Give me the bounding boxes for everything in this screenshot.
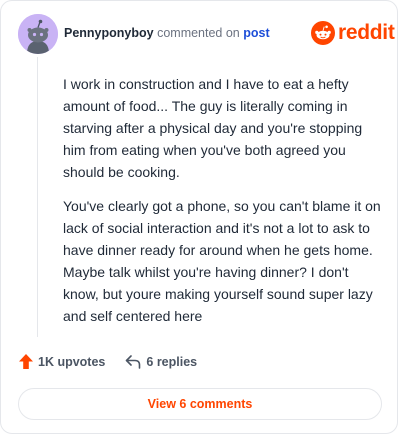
comment-card: Pennyponyboy commented on post reddit I … xyxy=(0,0,398,434)
replies-button[interactable]: 6 replies xyxy=(125,355,197,369)
reddit-logo-icon xyxy=(311,21,335,45)
upvote-arrow-icon xyxy=(19,354,33,369)
post-link[interactable]: post xyxy=(243,26,269,40)
comment-header: Pennyponyboy commented on post xyxy=(64,26,270,40)
snoo-avatar-icon xyxy=(18,14,58,54)
comment-actions: 1K upvotes 6 replies xyxy=(19,354,197,369)
action-text: commented on xyxy=(157,26,240,40)
thread-line xyxy=(37,57,38,337)
upvote-button[interactable]: 1K upvotes xyxy=(19,354,105,369)
username-link[interactable]: Pennyponyboy xyxy=(64,26,154,40)
reddit-wordmark: reddit xyxy=(338,21,395,44)
reddit-logo[interactable]: reddit xyxy=(311,21,395,45)
reply-count: 6 replies xyxy=(146,354,198,369)
avatar[interactable] xyxy=(18,14,58,54)
reply-arrow-icon xyxy=(126,354,141,369)
view-comments-label: View 6 comments xyxy=(147,397,253,411)
comment-paragraph: You've clearly got a phone, so you can't… xyxy=(63,198,381,324)
view-comments-button[interactable]: View 6 comments xyxy=(18,388,382,420)
upvote-count: 1K upvotes xyxy=(38,354,106,369)
comment-body: I work in construction and I have to eat… xyxy=(63,73,383,339)
comment-paragraph: I work in construction and I have to eat… xyxy=(63,76,363,180)
